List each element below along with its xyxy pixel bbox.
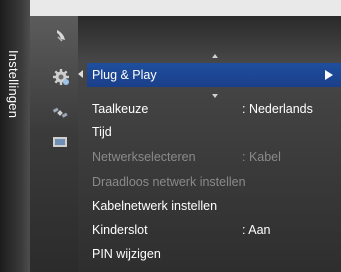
menu-item-label: Plug & Play bbox=[92, 68, 157, 82]
scroll-down-arrow-icon[interactable] bbox=[212, 94, 218, 98]
menu-item-label: Netwerkselecteren bbox=[92, 150, 196, 164]
menu-item-label: Tijd bbox=[92, 125, 112, 139]
satellite-icon[interactable] bbox=[52, 105, 68, 121]
category-title: Instellingen bbox=[6, 50, 21, 119]
menu-item-value: : Aan bbox=[242, 223, 271, 237]
menu-item-label: Draadloos netwerk instellen bbox=[92, 175, 246, 189]
antenna-icon[interactable] bbox=[52, 28, 68, 44]
menu-item-value: : Nederlands bbox=[242, 102, 313, 116]
menu-item-child-lock[interactable]: Kinderslot : Aan bbox=[92, 220, 332, 240]
menu-item-value: : Kabel bbox=[242, 150, 281, 164]
menu-item-plug-and-play[interactable]: Plug & Play bbox=[92, 65, 332, 85]
back-arrow-icon[interactable] bbox=[78, 70, 83, 78]
scroll-up-arrow-icon[interactable] bbox=[212, 54, 218, 58]
input-source-icon[interactable] bbox=[52, 135, 68, 151]
menu-item-time[interactable]: Tijd bbox=[92, 122, 332, 142]
menu-item-language[interactable]: Taalkeuze : Nederlands bbox=[92, 99, 332, 119]
gear-icon[interactable] bbox=[52, 68, 69, 85]
menu-item-label: Kinderslot bbox=[92, 223, 148, 237]
menu-item-cable-network-setup[interactable]: Kabelnetwerk instellen bbox=[92, 196, 332, 216]
menu-item-label: Taalkeuze bbox=[92, 102, 149, 116]
menu-item-network-select: Netwerkselecteren : Kabel bbox=[92, 147, 332, 167]
menu-item-wireless-network-setup: Draadloos netwerk instellen bbox=[92, 172, 332, 192]
menu-item-label: PIN wijzigen bbox=[92, 247, 161, 261]
tv-settings-osd: Instellingen Plug & Play Taalkeuze: Ned… bbox=[0, 0, 341, 272]
menu-item-label: Kabelnetwerk instellen bbox=[92, 199, 218, 213]
menu-item-change-pin[interactable]: PIN wijzigen bbox=[92, 244, 332, 264]
category-rail: Instellingen bbox=[0, 0, 30, 272]
